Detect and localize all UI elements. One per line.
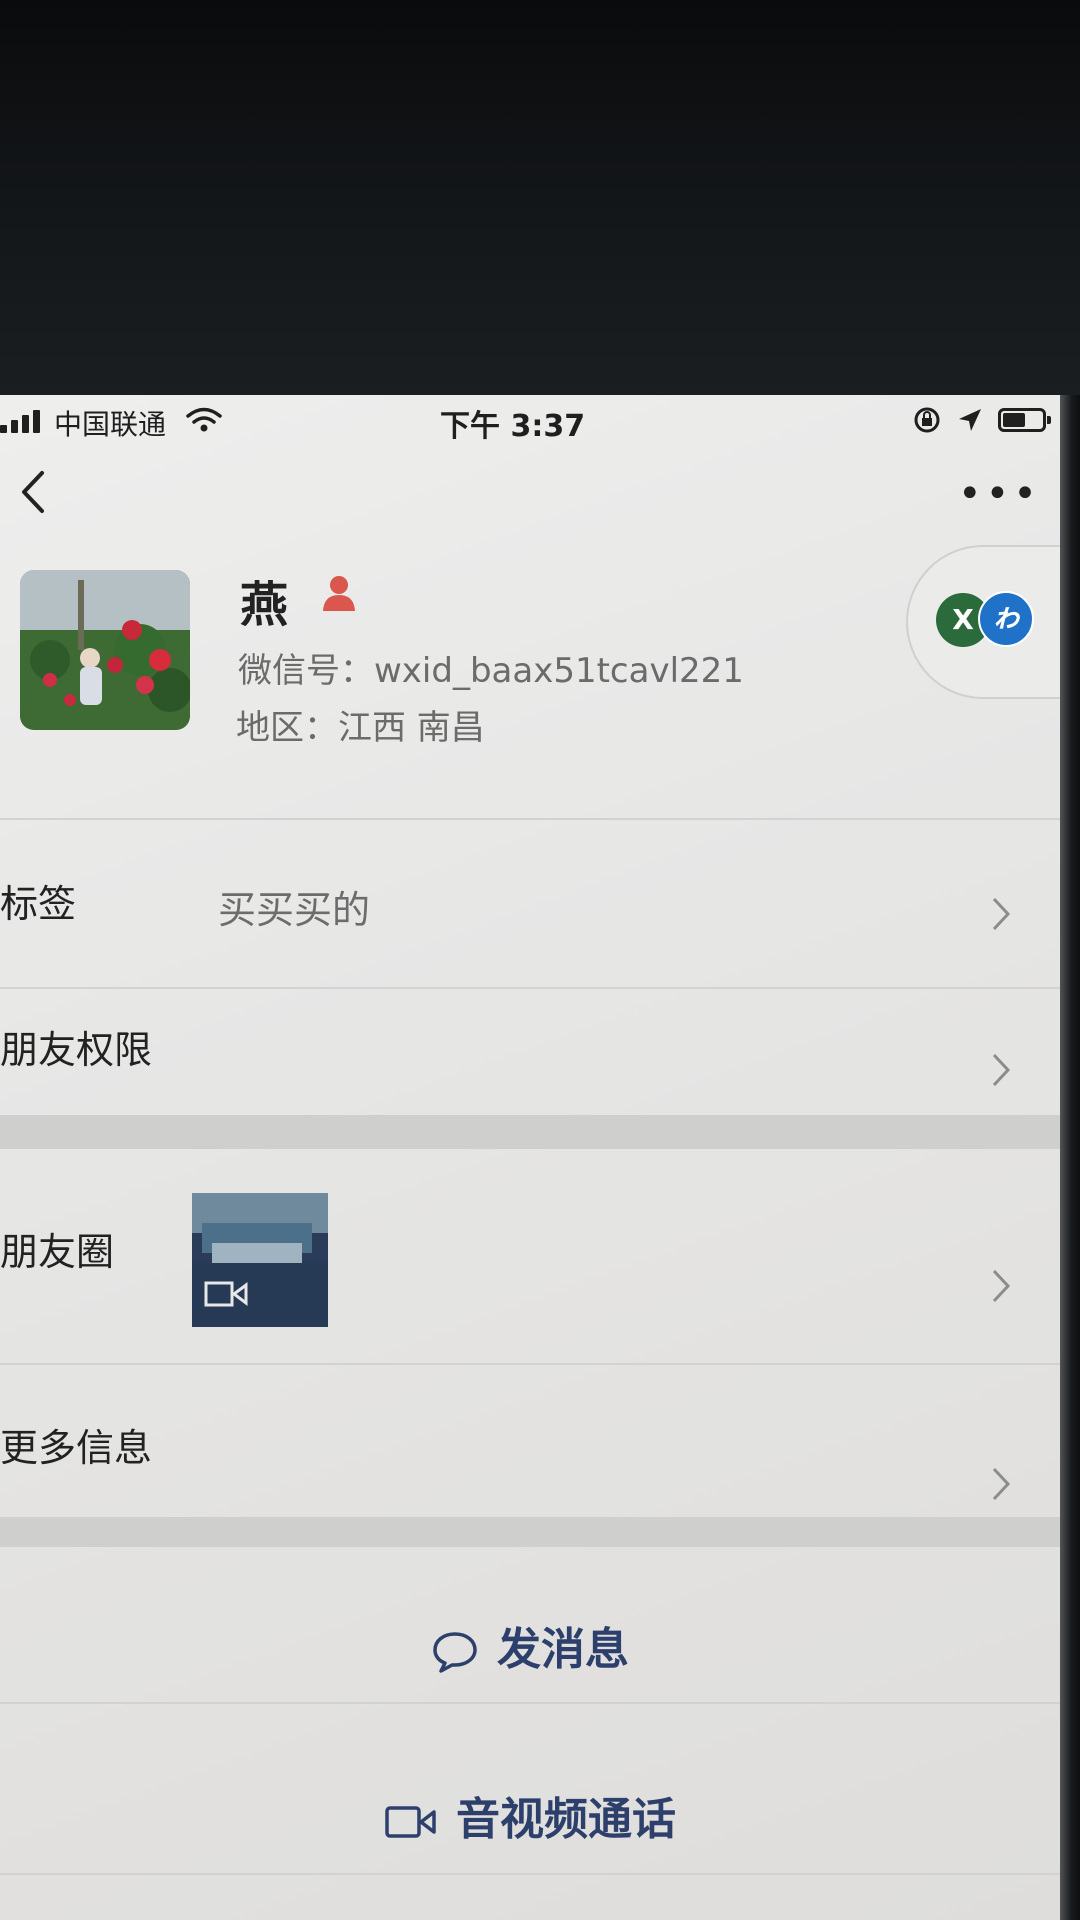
video-call-label: 音视频通话 xyxy=(456,1794,676,1845)
divider xyxy=(0,1702,1060,1704)
clock: 下午 3:37 xyxy=(440,409,586,444)
chevron-right-icon[interactable] xyxy=(990,1051,1012,1089)
send-message-button[interactable]: 发消息 xyxy=(0,1613,1060,1677)
chevron-right-icon[interactable] xyxy=(990,1465,1012,1503)
phone-screen: 中国联通 下午 3:37 ••• 燕 微信号：wxid_baax51tcavl2… xyxy=(0,395,1060,1920)
battery-icon xyxy=(998,408,1051,432)
more-options-icon[interactable]: ••• xyxy=(958,471,1041,517)
contact-name: 燕 xyxy=(240,577,289,633)
carrier-name: 中国联通 xyxy=(54,408,167,441)
divider xyxy=(0,987,1060,989)
avatar[interactable] xyxy=(20,570,190,730)
chat-bubble-icon xyxy=(433,1632,477,1673)
video-camera-icon xyxy=(385,1806,436,1838)
blue-badge-icon: ゎ xyxy=(978,591,1034,647)
chevron-right-icon[interactable] xyxy=(990,1267,1012,1305)
chevron-right-icon[interactable] xyxy=(990,895,1012,933)
rotation-lock-icon xyxy=(914,407,940,433)
divider xyxy=(0,818,1060,820)
section-gap xyxy=(0,1115,1060,1149)
divider xyxy=(0,1363,1060,1365)
photo-background xyxy=(0,0,1080,400)
signal-icon xyxy=(0,407,40,433)
wechat-id: 微信号：wxid_baax51tcavl221 xyxy=(238,651,744,691)
more-info-label[interactable]: 更多信息 xyxy=(0,1417,152,1472)
moments-label[interactable]: 朋友圈 xyxy=(0,1221,114,1276)
status-badge[interactable]: X ゎ xyxy=(906,545,1060,699)
divider xyxy=(0,1873,1060,1875)
region: 地区：江西 南昌 xyxy=(236,708,485,748)
tags-value: 买买买的 xyxy=(218,888,371,932)
wifi-icon xyxy=(186,407,222,432)
friend-permissions-label[interactable]: 朋友权限 xyxy=(0,1019,152,1074)
device-edge xyxy=(1058,395,1080,1920)
status-bar: 中国联通 下午 3:37 xyxy=(0,395,1060,445)
send-message-label: 发消息 xyxy=(497,1624,629,1675)
video-call-button[interactable]: 音视频通话 xyxy=(0,1783,1060,1847)
location-icon xyxy=(959,409,981,431)
tags-label: 标签 xyxy=(0,882,77,926)
back-icon[interactable] xyxy=(18,467,48,517)
female-user-icon xyxy=(323,576,355,611)
moments-thumbnail[interactable] xyxy=(192,1193,328,1327)
section-gap xyxy=(0,1517,1060,1547)
